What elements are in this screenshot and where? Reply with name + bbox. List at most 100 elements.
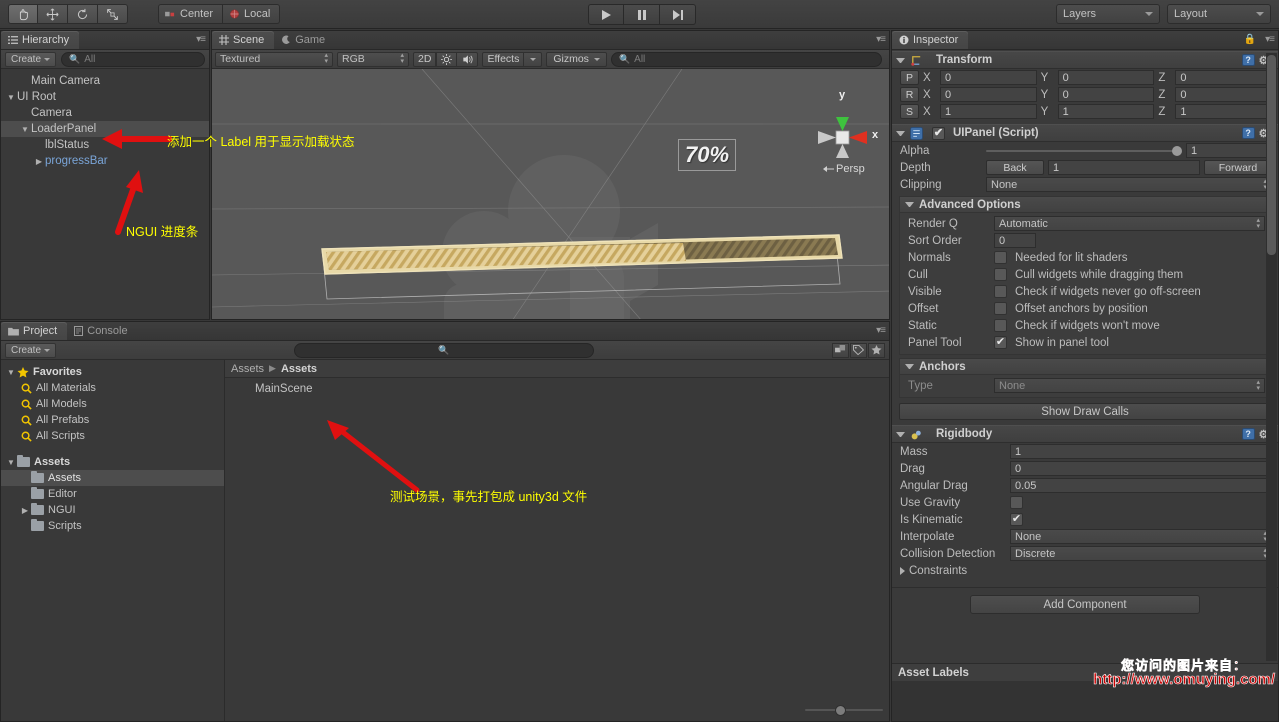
- project-folder-assets[interactable]: · Assets: [1, 470, 224, 486]
- tab-hierarchy[interactable]: Hierarchy: [1, 31, 80, 49]
- depth-back-button[interactable]: Back: [986, 160, 1044, 175]
- favorite-item-all-materials[interactable]: All Materials: [1, 380, 224, 396]
- inspector-scrollbar[interactable]: [1266, 53, 1277, 661]
- hierarchy-options-menu[interactable]: ▾≡: [196, 34, 206, 45]
- hierarchy-search-input[interactable]: 🔍 All: [61, 51, 205, 67]
- rigidbody-component-header[interactable]: Rigidbody ? ⚙▾: [892, 425, 1278, 443]
- foldout-icon[interactable]: ▶: [33, 157, 45, 166]
- foldout-icon[interactable]: ▼: [19, 125, 31, 134]
- uipanel-enabled-checkbox[interactable]: ✔: [932, 126, 945, 140]
- scene-search-input[interactable]: 🔍 All: [610, 51, 882, 67]
- transform-component-header[interactable]: Transform ? ⚙▾: [892, 51, 1278, 69]
- interpolate-dropdown[interactable]: None ▴▾: [1010, 529, 1272, 544]
- hierarchy-item-main-camera[interactable]: ·Main Camera: [1, 73, 209, 89]
- toggle-checkbox[interactable]: [994, 268, 1007, 281]
- help-icon[interactable]: ?: [1241, 54, 1255, 66]
- clipping-dropdown[interactable]: None ▴▾: [986, 177, 1272, 192]
- pause-button[interactable]: [624, 4, 660, 25]
- angular-drag-field[interactable]: 0.05: [1010, 478, 1272, 493]
- transform-r-z-field[interactable]: 0: [1175, 87, 1273, 102]
- scale-tool-button[interactable]: [98, 4, 128, 24]
- effects-dropdown-arrow[interactable]: [524, 51, 543, 67]
- hierarchy-item-progressbar[interactable]: ▶ progressBar: [1, 153, 209, 169]
- is-kinematic-checkbox[interactable]: ✔: [1010, 513, 1023, 526]
- project-folder-scripts[interactable]: · Scripts: [1, 518, 224, 534]
- zoom-slider-knob[interactable]: [835, 704, 846, 716]
- show-draw-calls-button[interactable]: Show Draw Calls: [899, 403, 1271, 420]
- transform-p-y-field[interactable]: 0: [1057, 70, 1155, 85]
- mass-field[interactable]: 1: [1010, 444, 1272, 459]
- foldout-icon[interactable]: ▼: [5, 368, 17, 377]
- foldout-icon[interactable]: [905, 364, 914, 369]
- type-filter-button[interactable]: [831, 342, 849, 358]
- hierarchy-item-camera[interactable]: ·Camera: [1, 105, 209, 121]
- toggle-lighting-button[interactable]: [436, 51, 458, 67]
- alpha-slider[interactable]: [986, 145, 1182, 156]
- favorites-group-row[interactable]: ▼ Favorites: [1, 364, 224, 380]
- help-icon[interactable]: ?: [1241, 127, 1255, 139]
- help-icon[interactable]: ?: [1241, 428, 1255, 440]
- tab-game[interactable]: Game: [274, 31, 335, 49]
- hand-tool-button[interactable]: [8, 4, 38, 24]
- space-mode-button[interactable]: Local: [223, 4, 281, 24]
- foldout-icon[interactable]: [905, 202, 914, 207]
- project-folder-ngui[interactable]: ▶ NGUI: [1, 502, 224, 518]
- project-options-menu[interactable]: ▾≡: [876, 325, 886, 336]
- transform-s-x-field[interactable]: 1: [940, 104, 1037, 119]
- tab-inspector[interactable]: Inspector: [892, 31, 969, 49]
- assets-root-row[interactable]: ▼ Assets: [1, 454, 224, 470]
- asset-list-item[interactable]: MainScene: [255, 383, 889, 395]
- scene-axis-gizmo[interactable]: y x Persp: [800, 89, 889, 179]
- project-search-input[interactable]: 🔍: [294, 342, 594, 358]
- play-button[interactable]: [588, 4, 624, 25]
- favorite-item-all-scripts[interactable]: All Scripts: [1, 428, 224, 444]
- use-gravity-checkbox[interactable]: [1010, 496, 1023, 509]
- toggle-audio-button[interactable]: [457, 51, 479, 67]
- label-filter-button[interactable]: [849, 342, 867, 358]
- sort-order-field[interactable]: 0: [994, 233, 1036, 248]
- anchors-header[interactable]: Anchors: [899, 358, 1272, 375]
- move-tool-button[interactable]: [38, 4, 68, 24]
- advanced-options-header[interactable]: Advanced Options: [899, 196, 1272, 213]
- transform-s-button[interactable]: S: [900, 104, 919, 119]
- drag-field[interactable]: 0: [1010, 461, 1272, 476]
- tab-project[interactable]: Project: [1, 322, 68, 340]
- toggle-checkbox[interactable]: [994, 285, 1007, 298]
- tab-console[interactable]: Console: [67, 322, 137, 340]
- project-folder-editor[interactable]: · Editor: [1, 486, 224, 502]
- color-mode-dropdown[interactable]: RGB ▴ ▾: [337, 51, 409, 67]
- tab-scene[interactable]: Scene: [212, 31, 275, 49]
- project-zoom-slider[interactable]: [805, 704, 883, 716]
- alpha-slider-knob[interactable]: [1172, 145, 1182, 156]
- foldout-icon[interactable]: ▼: [5, 458, 17, 467]
- layers-dropdown[interactable]: Layers: [1056, 4, 1160, 24]
- render-q-dropdown[interactable]: Automatic ▴ ▾: [994, 216, 1265, 231]
- anchor-type-dropdown[interactable]: None ▴ ▾: [994, 378, 1265, 393]
- collision-detection-dropdown[interactable]: Discrete ▴▾: [1010, 546, 1272, 561]
- draw-mode-dropdown[interactable]: Textured ▴ ▾: [215, 51, 333, 67]
- favorite-item-all-models[interactable]: All Models: [1, 396, 224, 412]
- toggle-checkbox[interactable]: [994, 302, 1007, 315]
- transform-r-y-field[interactable]: 0: [1057, 87, 1155, 102]
- breadcrumb-item-1[interactable]: Assets: [281, 363, 317, 375]
- foldout-icon[interactable]: ▼: [5, 93, 17, 102]
- inspector-scroll-thumb[interactable]: [1267, 55, 1276, 255]
- foldout-icon[interactable]: ▶: [19, 506, 31, 515]
- transform-r-button[interactable]: R: [900, 87, 919, 102]
- foldout-icon[interactable]: [896, 431, 905, 437]
- foldout-icon[interactable]: [896, 57, 905, 63]
- alpha-value-field[interactable]: 1: [1186, 143, 1272, 158]
- toggle-checkbox[interactable]: [994, 319, 1007, 332]
- rotate-tool-button[interactable]: [68, 4, 98, 24]
- depth-value-field[interactable]: 1: [1048, 160, 1200, 175]
- transform-s-y-field[interactable]: 1: [1057, 104, 1155, 119]
- gizmos-dropdown[interactable]: Gizmos: [546, 51, 607, 67]
- depth-forward-button[interactable]: Forward: [1204, 160, 1272, 175]
- transform-p-button[interactable]: P: [900, 70, 919, 85]
- constraints-row[interactable]: Constraints: [892, 562, 1278, 579]
- transform-r-x-field[interactable]: 0: [940, 87, 1037, 102]
- scene-options-menu[interactable]: ▾≡: [876, 34, 886, 45]
- foldout-icon[interactable]: [896, 130, 905, 136]
- effects-button[interactable]: Effects: [482, 51, 525, 67]
- transform-s-z-field[interactable]: 1: [1175, 104, 1273, 119]
